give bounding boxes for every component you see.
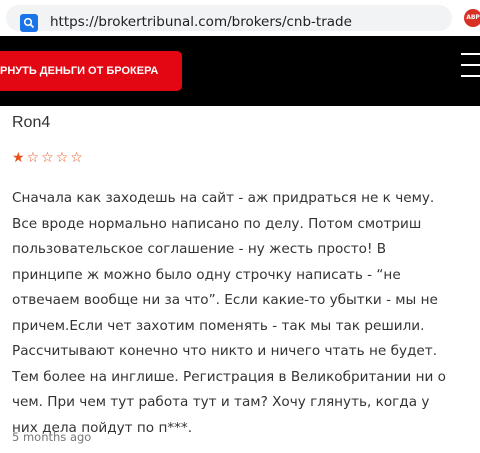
- star-empty-icon: ☆: [55, 150, 69, 166]
- star-empty-icon: ☆: [26, 150, 40, 166]
- site-header: РНУТЬ ДЕНЬГИ ОТ БРОКЕРА: [0, 36, 480, 106]
- review-author: Ron4: [12, 114, 51, 131]
- url-text: https://brokertribunal.com/brokers/cnb-t…: [50, 14, 352, 30]
- review-timestamp: 5 months ago: [12, 430, 92, 444]
- hamburger-menu-icon[interactable]: [461, 53, 480, 83]
- rating-stars: ★ ☆ ☆ ☆ ☆: [12, 150, 83, 166]
- url-field[interactable]: https://brokertribunal.com/brokers/cnb-t…: [6, 5, 452, 32]
- return-money-button[interactable]: РНУТЬ ДЕНЬГИ ОТ БРОКЕРА: [0, 51, 182, 91]
- star-filled-icon: ★: [12, 150, 25, 166]
- adblock-extension-icon[interactable]: ABP: [464, 9, 480, 27]
- star-empty-icon: ☆: [70, 150, 83, 166]
- review-text: Сначала как заходешь на сайт - аж придра…: [12, 190, 446, 436]
- search-icon: [20, 14, 38, 32]
- star-empty-icon: ☆: [41, 150, 54, 166]
- browser-address-bar: https://brokertribunal.com/brokers/cnb-t…: [0, 0, 480, 36]
